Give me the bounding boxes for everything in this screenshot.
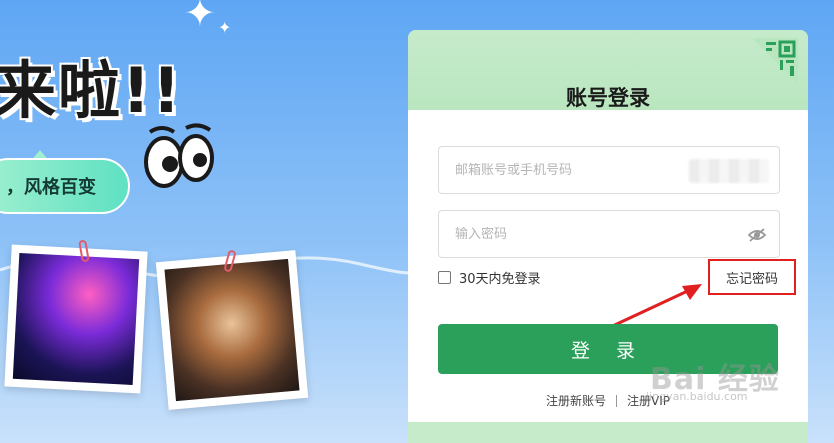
hero-pill: ，风格百变 — [0, 158, 130, 214]
forgot-password-link[interactable]: 忘记密码 — [708, 259, 796, 295]
account-input[interactable] — [455, 162, 715, 178]
password-field[interactable] — [438, 210, 780, 258]
remember-checkbox[interactable] — [438, 271, 451, 284]
sparkle-icon: ✦ — [184, 0, 216, 35]
watermark-url: jingyan.baidu.com — [646, 390, 748, 403]
photo-card — [4, 244, 148, 394]
blurred-content — [689, 159, 769, 183]
register-link[interactable]: 注册新账号 — [546, 392, 606, 409]
character-image — [164, 258, 300, 402]
forgot-password-label: 忘记密码 — [725, 271, 778, 287]
account-field[interactable] — [438, 146, 780, 194]
remember-row[interactable]: 30天内免登录 — [438, 268, 541, 287]
login-button-label: 登 录 — [570, 339, 646, 362]
remember-label: 30天内免登录 — [459, 272, 541, 287]
password-input[interactable] — [455, 226, 715, 242]
photo-card — [155, 250, 309, 410]
eye-off-icon[interactable] — [747, 225, 767, 245]
login-card-header: 账号登录 — [408, 30, 808, 110]
cartoon-eyes-icon — [144, 123, 214, 188]
sparkle-icon: ✦ — [218, 18, 232, 37]
character-image — [12, 252, 140, 386]
login-title: 账号登录 — [566, 86, 650, 110]
hero-headline: 来啦!! — [0, 54, 183, 127]
qr-code-icon[interactable] — [752, 38, 798, 84]
hero-pill-text: ，风格百变 — [6, 177, 96, 198]
login-card-footer — [408, 422, 808, 443]
link-divider — [616, 394, 617, 407]
